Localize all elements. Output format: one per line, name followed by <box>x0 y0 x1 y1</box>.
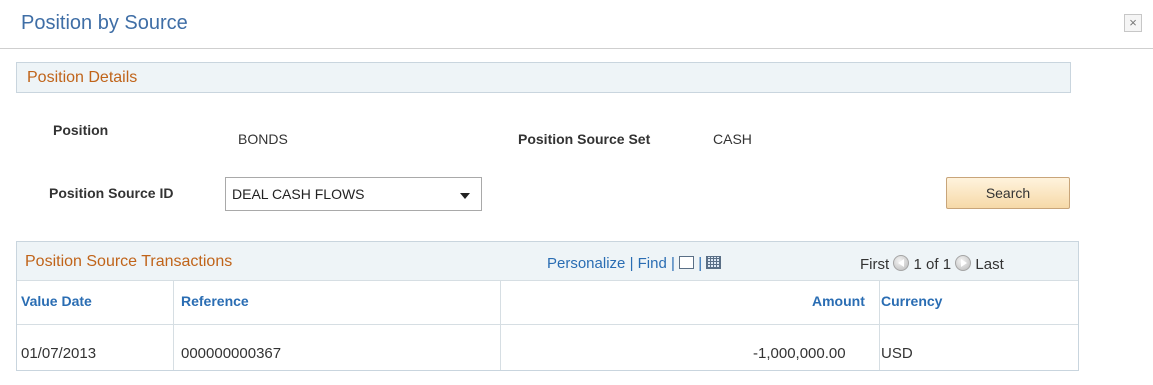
position-source-set-value: CASH <box>713 131 752 147</box>
column-amount[interactable]: Amount <box>812 293 865 309</box>
position-value: BONDS <box>238 131 288 147</box>
separator: | <box>698 255 703 272</box>
position-details-title: Position Details <box>27 69 138 86</box>
cell-value-date: 01/07/2013 <box>21 345 97 362</box>
column-divider <box>173 281 174 370</box>
column-value-date[interactable]: Value Date <box>21 293 92 309</box>
grid-pager: First 1 of 1 Last <box>860 255 1004 273</box>
search-button[interactable]: Search <box>946 177 1070 209</box>
grid-toolbar: Personalize | Find | | <box>547 255 722 272</box>
separator: | <box>671 255 675 272</box>
column-header-row: Value Date Reference Amount Currency <box>17 281 1078 325</box>
download-spreadsheet-icon[interactable] <box>706 256 722 269</box>
column-divider <box>879 281 880 370</box>
next-arrow-icon[interactable] <box>955 255 972 271</box>
position-by-source-dialog: Position by Source × Position Details Po… <box>0 0 1153 385</box>
new-window-icon[interactable] <box>679 256 695 269</box>
cell-currency: USD <box>881 345 913 362</box>
grid-title: Position Source Transactions <box>25 253 233 270</box>
position-source-set-label: Position Source Set <box>518 131 651 147</box>
dialog-title: Position by Source <box>21 12 188 34</box>
position-label: Position <box>53 122 109 138</box>
previous-arrow-icon[interactable] <box>893 255 910 271</box>
personalize-link[interactable]: Personalize <box>547 255 625 272</box>
separator: | <box>629 255 634 272</box>
chevron-down-icon <box>460 193 470 199</box>
position-source-id-label: Position Source ID <box>49 185 174 201</box>
row-range: 1 of 1 <box>913 256 952 273</box>
close-button[interactable]: × <box>1124 14 1142 32</box>
column-divider <box>500 281 501 370</box>
position-source-id-value: DEAL CASH FLOWS <box>232 186 365 202</box>
first-label[interactable]: First <box>860 256 889 273</box>
position-source-id-select[interactable]: DEAL CASH FLOWS <box>225 177 482 211</box>
position-details-header: Position Details <box>16 62 1071 93</box>
column-currency[interactable]: Currency <box>881 293 942 309</box>
dialog-titlebar: Position by Source × <box>0 0 1153 49</box>
cell-amount: -1,000,000.00 <box>753 345 846 362</box>
column-reference[interactable]: Reference <box>181 293 249 309</box>
find-link[interactable]: Find <box>638 255 667 272</box>
close-icon: × <box>1129 15 1137 30</box>
last-label[interactable]: Last <box>975 256 1003 273</box>
cell-reference: 000000000367 <box>181 345 282 362</box>
position-source-transactions-grid: Position Source Transactions Personalize… <box>16 241 1079 371</box>
grid-header: Position Source Transactions Personalize… <box>17 242 1078 281</box>
